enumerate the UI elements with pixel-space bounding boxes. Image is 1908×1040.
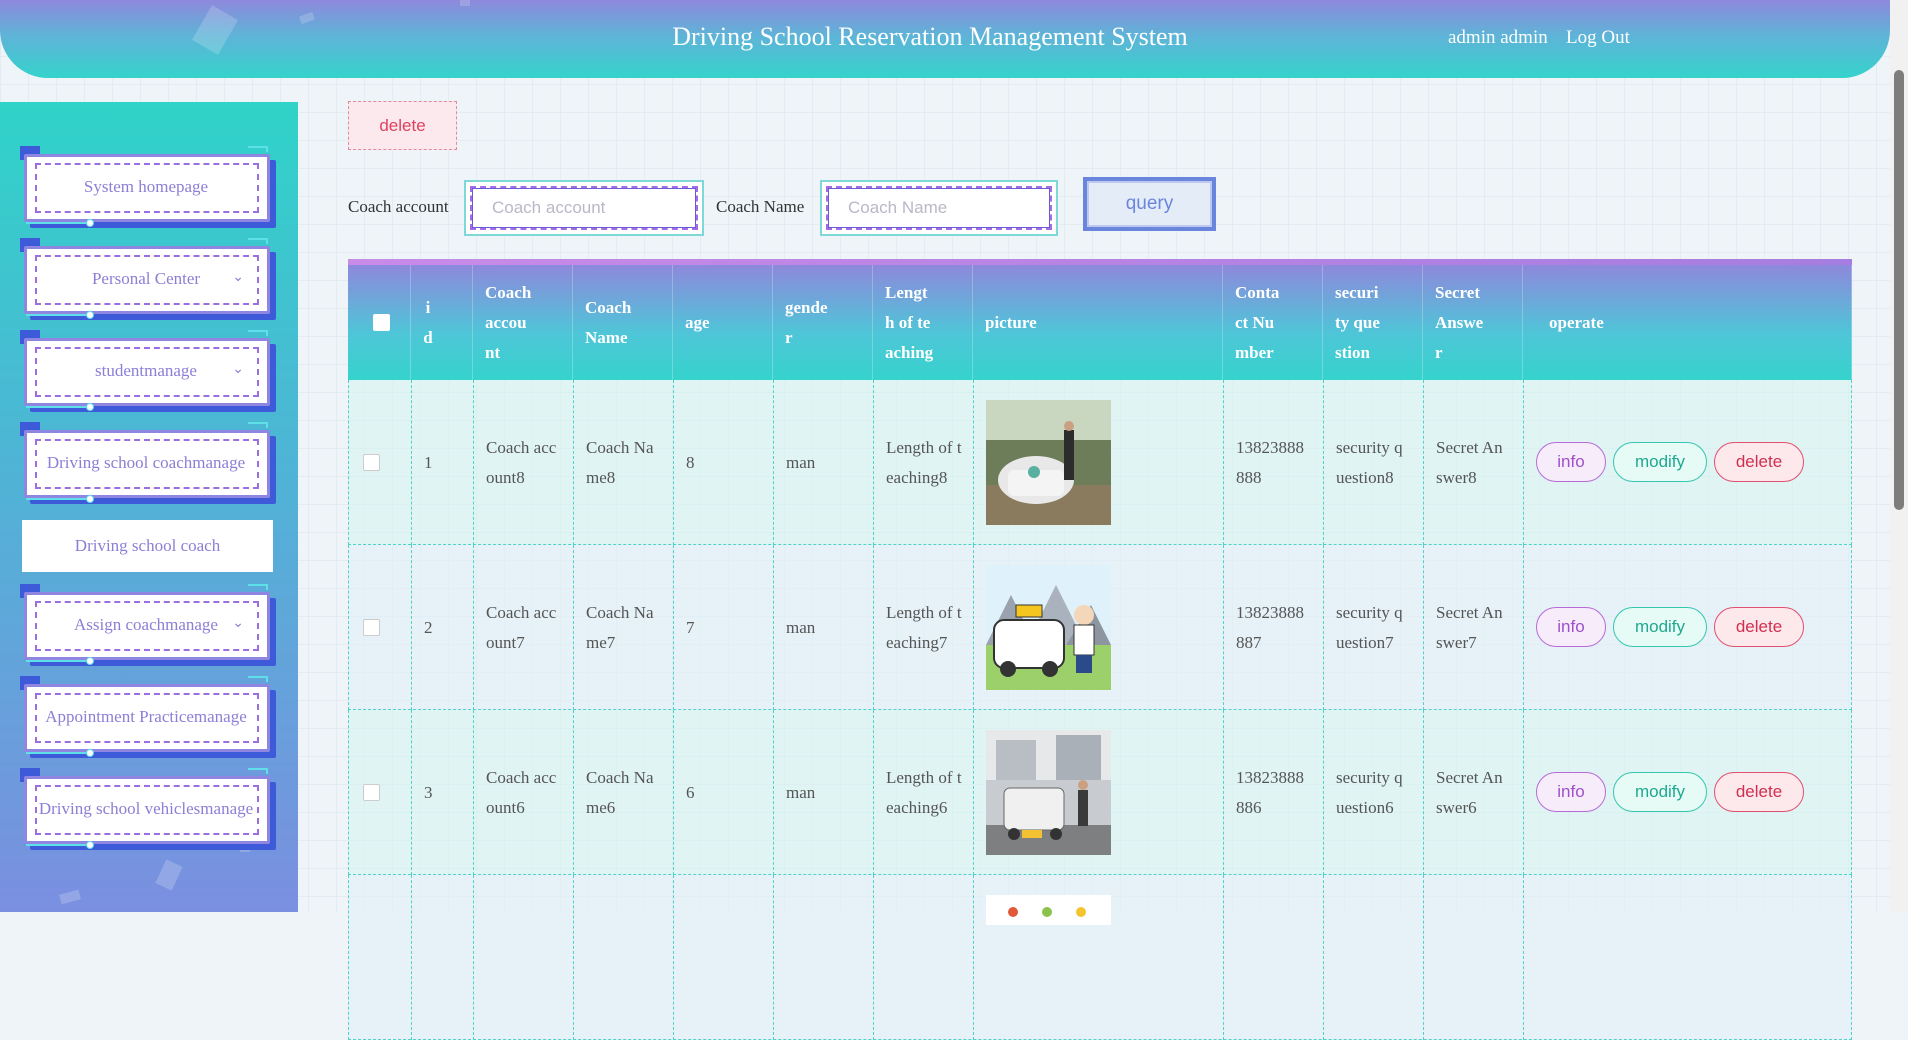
cell-picture bbox=[973, 875, 1223, 1040]
header-age: age bbox=[673, 265, 773, 380]
coach-name-placeholder: Coach Name bbox=[826, 186, 1052, 230]
coach-photo bbox=[986, 565, 1111, 690]
cell-secret-answer: Secret An swer6 bbox=[1423, 710, 1523, 875]
coach-photo bbox=[986, 730, 1111, 855]
cell-picture bbox=[973, 710, 1223, 875]
header-security-question: securi ty que stion bbox=[1323, 265, 1423, 380]
cell-contact-number: 13823888 886 bbox=[1223, 710, 1323, 875]
cell-length-of-teaching: Length of teaching7 bbox=[873, 545, 973, 710]
info-button[interactable]: info bbox=[1536, 772, 1606, 812]
sidebar-item-label: Driving school coachmanage bbox=[46, 453, 246, 472]
query-button[interactable]: query bbox=[1083, 177, 1216, 231]
table-header: i d Coach accou nt Coach Name age gende … bbox=[348, 265, 1852, 380]
header-contact-number: Conta ct Nu mber bbox=[1223, 265, 1323, 380]
cell-coach-account: Coach acc ount6 bbox=[473, 710, 573, 875]
cell-length-of-teaching: Length of teaching6 bbox=[873, 710, 973, 875]
cell-security-question: security q uestion8 bbox=[1323, 380, 1423, 545]
sidebar-item-personal-center[interactable]: Personal Center ⌄ bbox=[20, 236, 270, 319]
header-coach-name: Coach Name bbox=[573, 265, 673, 380]
row-checkbox[interactable] bbox=[363, 619, 380, 636]
sidebar-item-appointment-practicemanage[interactable]: Appointment Practicemanage bbox=[20, 674, 270, 757]
cell-operate: info modify delete bbox=[1523, 380, 1852, 545]
cell-operate: info modify delete bbox=[1523, 710, 1852, 875]
page-scrollbar[interactable] bbox=[1890, 0, 1908, 912]
table-row bbox=[348, 875, 1852, 1040]
cell-coach-account: Coach acc ount7 bbox=[473, 545, 573, 710]
cell-length-of-teaching: Length of teaching8 bbox=[873, 380, 973, 545]
info-button[interactable]: info bbox=[1536, 442, 1606, 482]
cell-coach-name: Coach Na me7 bbox=[573, 545, 673, 710]
delete-row-button[interactable]: delete bbox=[1714, 607, 1804, 647]
cell-id: 2 bbox=[411, 545, 473, 710]
scrollbar-thumb[interactable] bbox=[1894, 70, 1904, 510]
coach-account-input[interactable]: Coach account bbox=[464, 180, 704, 236]
coach-name-input[interactable]: Coach Name bbox=[820, 180, 1058, 236]
cell-gender: man bbox=[773, 380, 873, 545]
table-row: 3 Coach acc ount6 Coach Na me6 6 man Len… bbox=[348, 710, 1852, 875]
cell-age: 8 bbox=[673, 380, 773, 545]
cell-gender: man bbox=[773, 710, 873, 875]
coach-account-placeholder: Coach account bbox=[470, 186, 698, 230]
cell-secret-answer: Secret An swer8 bbox=[1423, 380, 1523, 545]
cell-age: 7 bbox=[673, 545, 773, 710]
row-checkbox[interactable] bbox=[363, 454, 380, 471]
coach-table: i d Coach accou nt Coach Name age gende … bbox=[348, 259, 1852, 1040]
header-picture: picture bbox=[973, 265, 1223, 380]
cell-contact-number: 13823888 887 bbox=[1223, 545, 1323, 710]
select-all-cell bbox=[348, 265, 411, 380]
modify-button[interactable]: modify bbox=[1613, 442, 1707, 482]
top-header: Driving School Reservation Management Sy… bbox=[0, 0, 1890, 78]
sidebar-subitem-label: Driving school coach bbox=[74, 536, 221, 555]
cell-coach-account: Coach acc ount8 bbox=[473, 380, 573, 545]
cell-id: 1 bbox=[411, 380, 473, 545]
sidebar-item-studentmanage[interactable]: studentmanage ⌄ bbox=[20, 328, 270, 411]
header-length-of-teaching: Lengt h of te aching bbox=[873, 265, 973, 380]
sidebar-item-label: System homepage bbox=[83, 177, 209, 196]
header-coach-account: Coach accou nt bbox=[473, 265, 573, 380]
cell-operate: info modify delete bbox=[1523, 545, 1852, 710]
cell-id: 3 bbox=[411, 710, 473, 875]
delete-button[interactable]: delete bbox=[348, 101, 457, 150]
modify-button[interactable]: modify bbox=[1613, 607, 1707, 647]
cell-coach-name: Coach Na me8 bbox=[573, 380, 673, 545]
sidebar-item-vehiclesmanage[interactable]: Driving school vehiclesmanage bbox=[20, 766, 270, 849]
coach-name-label: Coach Name bbox=[716, 197, 805, 216]
coach-account-label: Coach account bbox=[348, 197, 449, 216]
cell-contact-number: 13823888 888 bbox=[1223, 380, 1323, 545]
cell-security-question: security q uestion7 bbox=[1323, 545, 1423, 710]
coach-photo bbox=[986, 895, 1111, 925]
row-checkbox[interactable] bbox=[363, 784, 380, 801]
table-row: 2 Coach acc ount7 Coach Na me7 7 man Len… bbox=[348, 545, 1852, 710]
sidebar-item-label: Driving school vehiclesmanage bbox=[38, 799, 254, 818]
sidebar-item-system-homepage[interactable]: System homepage bbox=[20, 144, 270, 227]
cell-secret-answer: Secret An swer7 bbox=[1423, 545, 1523, 710]
header-operate: operate bbox=[1523, 265, 1852, 380]
current-user: admin admin bbox=[1448, 27, 1548, 48]
chevron-down-icon: ⌄ bbox=[232, 616, 244, 631]
header-gender: gende r bbox=[773, 265, 873, 380]
sidebar-item-label: Appointment Practicemanage bbox=[45, 707, 247, 726]
cell-security-question: security q uestion6 bbox=[1323, 710, 1423, 875]
header-id: i d bbox=[411, 265, 473, 380]
chevron-down-icon: ⌄ bbox=[232, 270, 244, 285]
sidebar-item-assign-coachmanage[interactable]: Assign coachmanage ⌄ bbox=[20, 582, 270, 665]
cell-gender: man bbox=[773, 545, 873, 710]
header-secret-answer: Secret Answe r bbox=[1423, 265, 1523, 380]
sidebar-item-coachmanage[interactable]: Driving school coachmanage bbox=[20, 420, 270, 503]
chevron-down-icon: ⌄ bbox=[232, 362, 244, 377]
cell-coach-name: Coach Na me6 bbox=[573, 710, 673, 875]
cell-age: 6 bbox=[673, 710, 773, 875]
select-all-checkbox[interactable] bbox=[373, 314, 390, 331]
cell-picture bbox=[973, 545, 1223, 710]
cell-picture bbox=[973, 380, 1223, 545]
sidebar-subitem-driving-school-coach[interactable]: Driving school coach bbox=[22, 520, 273, 572]
delete-row-button[interactable]: delete bbox=[1714, 772, 1804, 812]
table-row: 1 Coach acc ount8 Coach Na me8 8 man Len… bbox=[348, 380, 1852, 545]
coach-photo bbox=[986, 400, 1111, 525]
modify-button[interactable]: modify bbox=[1613, 772, 1707, 812]
delete-row-button[interactable]: delete bbox=[1714, 442, 1804, 482]
info-button[interactable]: info bbox=[1536, 607, 1606, 647]
logout-link[interactable]: Log Out bbox=[1566, 27, 1630, 49]
